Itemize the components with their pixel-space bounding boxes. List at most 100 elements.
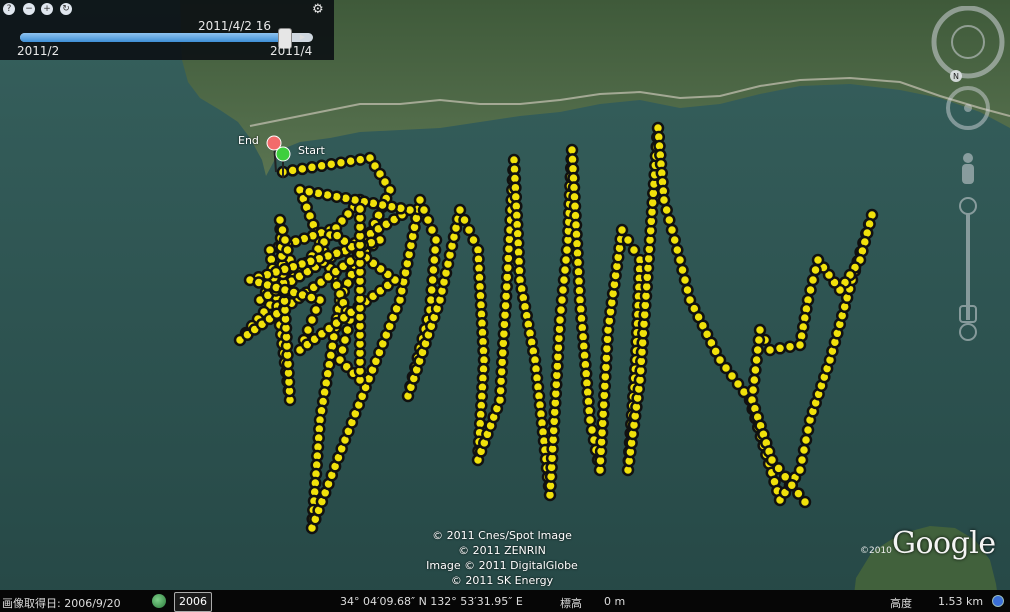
status-indicator-icon: [992, 595, 1004, 607]
track-point: [558, 263, 572, 277]
track-point: [278, 233, 292, 247]
track-point: [296, 162, 309, 176]
zoom-out-icon[interactable]: −: [23, 3, 35, 15]
track-point: [556, 283, 570, 297]
zoom-slider[interactable]: [959, 197, 977, 341]
help-icon[interactable]: ?: [3, 3, 15, 15]
track-point: [305, 161, 319, 174]
track-point: [325, 157, 338, 171]
track-point: [681, 283, 694, 297]
track-point: [746, 383, 760, 397]
track-point: [797, 443, 811, 457]
track-point: [428, 243, 442, 257]
track-point: [793, 338, 807, 352]
track-point: [753, 323, 767, 337]
track-point: [798, 495, 812, 509]
track-point: [425, 283, 438, 297]
track-point: [413, 193, 427, 207]
track-point: [583, 413, 597, 427]
altitude-label: 高度: [890, 597, 912, 610]
google-logo: Google: [892, 526, 996, 561]
track-point: [809, 263, 822, 277]
track-point: [585, 423, 599, 437]
time-slider[interactable]: [20, 28, 313, 49]
start-label: Start: [298, 144, 325, 157]
track-point: [795, 453, 809, 467]
track-point: [338, 333, 352, 347]
imagery-copyright: © 2011 Cnes/Spot Image © 2011 ZENRIN Ima…: [410, 528, 594, 588]
track-point: [417, 203, 431, 217]
track-point: [353, 202, 367, 216]
track-point: [336, 343, 349, 357]
map-viewport[interactable]: End Start ? − + ↻ 2011/4/2 16 ⚙ ◀ ▶ 2011…: [0, 0, 1010, 612]
track-point: [425, 223, 439, 237]
track-point: [806, 273, 820, 287]
track-point: [555, 293, 569, 307]
track-point: [801, 423, 815, 437]
street-view-pegman-icon[interactable]: [962, 153, 974, 184]
track-point: [678, 273, 692, 287]
wrench-icon[interactable]: ⚙: [312, 2, 324, 17]
elevation-value: 0 m: [604, 595, 626, 608]
look-joystick[interactable]: [946, 86, 990, 130]
track-point: [673, 253, 687, 267]
timeline-range-start: 2011/2: [17, 44, 60, 58]
navigation-controls: N: [931, 6, 1005, 341]
track-point: [315, 159, 328, 173]
coordinates-readout: 34° 04′09.68″ N 132° 53′31.95″ E: [340, 595, 523, 608]
track-point: [421, 213, 435, 227]
track-point: [799, 433, 813, 447]
track-point: [426, 273, 439, 287]
track-point: [676, 263, 689, 277]
svg-text:N: N: [953, 72, 959, 81]
track-point: [344, 154, 357, 168]
zoom-in-icon[interactable]: +: [41, 3, 53, 15]
timeline-range-end: 2011/4: [270, 44, 313, 58]
track-point: [671, 243, 684, 257]
track-point: [302, 185, 316, 198]
track-point: [281, 243, 294, 257]
track-point: [309, 303, 323, 317]
track-point: [427, 263, 440, 277]
track-point: [554, 303, 568, 317]
track-point: [751, 343, 764, 357]
track-point: [793, 463, 807, 477]
track-point: [627, 243, 641, 257]
track-point: [354, 153, 367, 166]
track-point: [553, 313, 567, 327]
track-point: [276, 223, 289, 237]
track-point: [557, 273, 571, 287]
refresh-icon[interactable]: ↻: [60, 3, 72, 15]
track-point: [657, 193, 671, 207]
track-point: [811, 253, 825, 267]
step-forward-icon[interactable]: ▶: [298, 33, 307, 42]
copyright-line: Image © 2011 DigitalGlobe: [426, 559, 578, 572]
track-point: [428, 253, 441, 267]
track-point: [752, 333, 766, 347]
compass-ring[interactable]: N: [931, 6, 1005, 82]
track-point: [560, 243, 574, 257]
timeline-current-time: 2011/4/2 16: [198, 19, 271, 33]
track-point: [615, 223, 629, 237]
end-label: End: [238, 134, 259, 147]
copyright-line: © 2011 SK Energy: [450, 574, 554, 587]
track-point: [665, 223, 679, 237]
copyright-line: © 2011 ZENRIN: [458, 544, 546, 557]
track-point: [462, 223, 476, 237]
logo-copyright: ©2010: [860, 546, 892, 556]
track-point: [660, 203, 673, 217]
track-point: [453, 203, 467, 217]
map-scene: [0, 0, 1010, 612]
historical-year-button[interactable]: 2006: [174, 592, 212, 612]
track-point: [748, 373, 761, 387]
track-point: [286, 164, 299, 177]
track-point: [429, 233, 443, 247]
track-point: [773, 342, 787, 355]
track-point: [273, 213, 287, 227]
capture-date: 画像取得日: 2006/9/20: [2, 597, 121, 610]
historical-imagery-globe-icon[interactable]: [152, 594, 166, 608]
track-point: [621, 233, 635, 247]
track-point: [750, 353, 763, 367]
time-slider-panel: ? − + ↻ 2011/4/2 16 ⚙ ◀ ▶ 2011/2 2011/4: [0, 0, 334, 60]
track-point: [783, 340, 797, 353]
